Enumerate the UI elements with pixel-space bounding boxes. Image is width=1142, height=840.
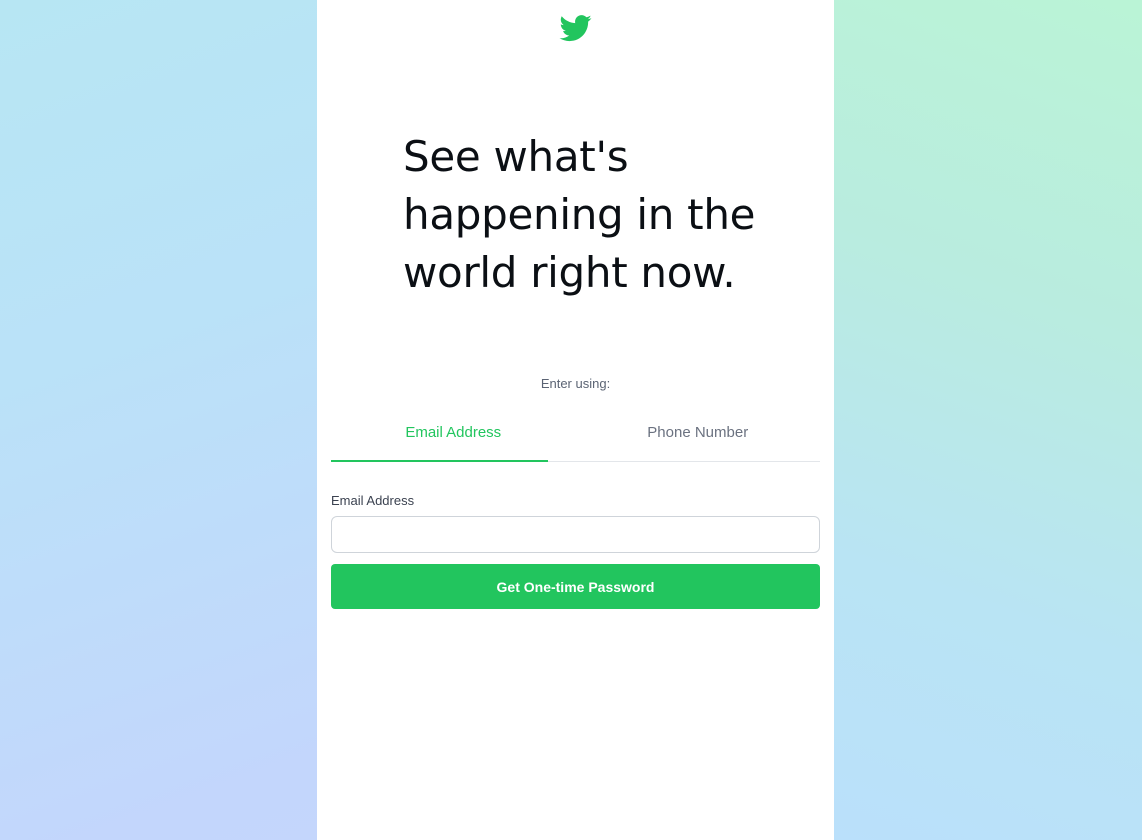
tab-phone-number[interactable]: Phone Number <box>576 414 821 461</box>
enter-using-label: Enter using: <box>540 376 611 391</box>
email-field[interactable] <box>331 516 820 553</box>
tab-email-address[interactable]: Email Address <box>331 414 576 462</box>
hero-headline: See what's happening in the world right … <box>403 132 756 297</box>
bird-logo-icon <box>558 12 594 44</box>
login-method-tabs: Email Address Phone Number <box>331 414 820 462</box>
login-card: See what's happening in the world right … <box>317 0 834 840</box>
email-field-label: Email Address <box>331 493 415 508</box>
background-gradient-right <box>834 0 1142 840</box>
get-one-time-password-button[interactable]: Get One-time Password <box>331 564 820 609</box>
